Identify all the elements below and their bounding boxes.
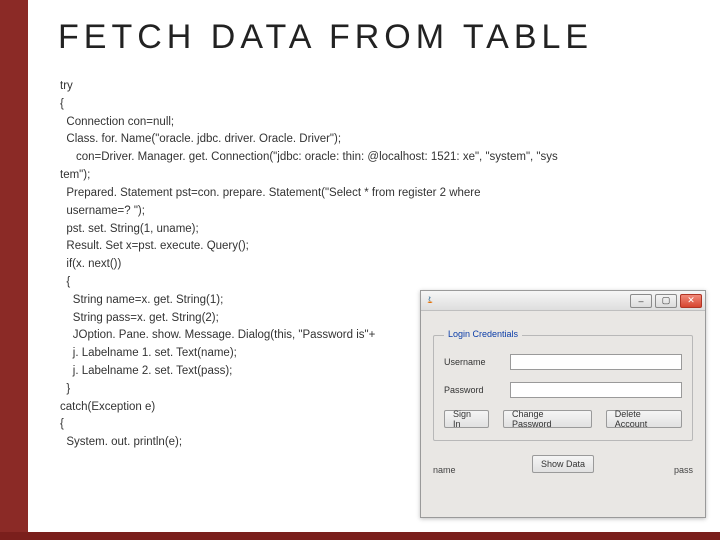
pass-output-label: pass bbox=[674, 465, 693, 475]
password-label: Password bbox=[444, 385, 500, 395]
slide: FETCH DATA FROM TABLE try { Connection c… bbox=[0, 0, 720, 540]
password-field[interactable] bbox=[510, 382, 682, 398]
bottom-labels: name pass bbox=[433, 465, 693, 475]
change-password-button[interactable]: Change Password bbox=[503, 410, 592, 428]
username-label: Username bbox=[444, 357, 500, 367]
button-row: Sign In Change Password Delete Account bbox=[444, 410, 682, 428]
panel-area: Login Credentials Username Password Sign… bbox=[421, 311, 705, 481]
minimize-button[interactable]: – bbox=[630, 294, 652, 308]
group-title: Login Credentials bbox=[444, 329, 522, 339]
window-buttons: – ▢ ✕ bbox=[630, 294, 702, 308]
code-line: Prepared. Statement pst=con. prepare. St… bbox=[60, 185, 700, 203]
code-line: Connection con=null; bbox=[60, 114, 700, 132]
code-line: try bbox=[60, 78, 700, 96]
close-button[interactable]: ✕ bbox=[680, 294, 702, 308]
code-line: { bbox=[60, 96, 700, 114]
code-line: if(x. next()) bbox=[60, 256, 700, 274]
code-line: tem"); bbox=[60, 167, 700, 185]
java-app-window: – ▢ ✕ Login Credentials Username Passwor… bbox=[420, 290, 706, 518]
java-icon bbox=[424, 295, 436, 307]
row-password: Password bbox=[444, 382, 682, 398]
code-line: con=Driver. Manager. get. Connection("jd… bbox=[60, 149, 700, 167]
code-line: username=? "); bbox=[60, 203, 700, 221]
login-group: Login Credentials Username Password Sign… bbox=[433, 335, 693, 441]
maximize-button[interactable]: ▢ bbox=[655, 294, 677, 308]
code-line: pst. set. String(1, uname); bbox=[60, 221, 700, 239]
row-username: Username bbox=[444, 354, 682, 370]
slide-title: FETCH DATA FROM TABLE bbox=[58, 18, 593, 57]
username-field[interactable] bbox=[510, 354, 682, 370]
accent-bottom-bar bbox=[0, 532, 720, 540]
signin-button[interactable]: Sign In bbox=[444, 410, 489, 428]
delete-account-button[interactable]: Delete Account bbox=[606, 410, 682, 428]
name-output-label: name bbox=[433, 465, 456, 475]
titlebar: – ▢ ✕ bbox=[421, 291, 705, 311]
code-line: Class. for. Name("oracle. jdbc. driver. … bbox=[60, 131, 700, 149]
accent-left-bar bbox=[0, 0, 28, 540]
code-line: Result. Set x=pst. execute. Query(); bbox=[60, 238, 700, 256]
